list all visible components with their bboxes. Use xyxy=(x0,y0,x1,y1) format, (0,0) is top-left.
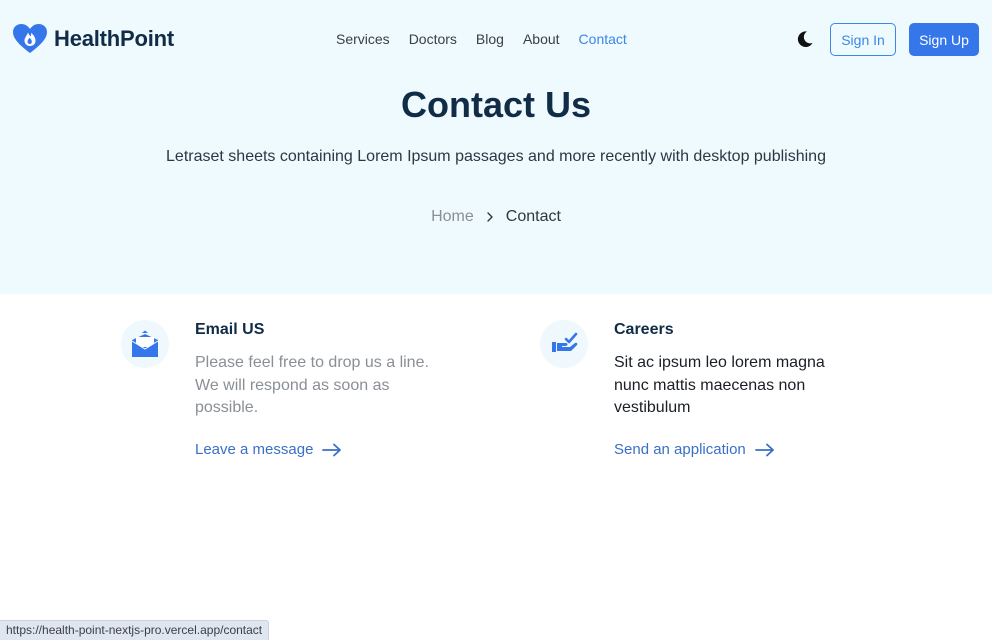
hand-check-icon xyxy=(552,332,578,352)
careers-card-icon-wrap xyxy=(540,320,588,368)
email-card-text: Please feel free to drop us a line. We w… xyxy=(195,354,429,416)
brand-logo[interactable]: HealthPoint xyxy=(12,23,174,55)
sign-up-button[interactable]: Sign Up xyxy=(909,23,979,56)
heart-logo-icon xyxy=(13,24,47,53)
careers-card-text: Sit ac ipsum leo lorem magna nunc mattis… xyxy=(614,354,825,416)
breadcrumb: Home Contact xyxy=(0,208,992,226)
moon-icon xyxy=(797,31,813,47)
nav-blog[interactable]: Blog xyxy=(476,31,504,47)
brand-name: HealthPoint xyxy=(54,26,175,51)
sign-in-button[interactable]: Sign In xyxy=(830,23,896,56)
envelope-icon xyxy=(131,330,159,357)
browser-status-bar: https://health-point-nextjs-pro.vercel.a… xyxy=(0,620,270,640)
page-subtitle: Letraset sheets containing Lorem Ipsum p… xyxy=(166,148,826,165)
nav-contact[interactable]: Contact xyxy=(579,31,627,47)
page-title: Contact Us xyxy=(400,84,592,125)
arrow-right-icon xyxy=(754,443,774,456)
leave-message-link[interactable]: Leave a message xyxy=(195,441,342,458)
email-card-title: Email US xyxy=(195,321,265,338)
theme-toggle-button[interactable] xyxy=(796,30,814,48)
chevron-right-icon xyxy=(487,212,493,222)
arrow-right-icon xyxy=(322,443,342,456)
leave-message-label: Leave a message xyxy=(195,441,314,458)
email-card-icon-wrap xyxy=(121,320,169,368)
nav-services[interactable]: Services xyxy=(336,31,390,47)
breadcrumb-home-link[interactable]: Home xyxy=(431,208,474,226)
send-application-label: Send an application xyxy=(614,441,746,458)
send-application-link[interactable]: Send an application xyxy=(614,441,775,458)
careers-card-title: Careers xyxy=(614,321,674,338)
main-nav: Services Doctors Blog About Contact xyxy=(336,31,627,47)
breadcrumb-current: Contact xyxy=(505,208,561,225)
nav-doctors[interactable]: Doctors xyxy=(409,31,457,47)
nav-about[interactable]: About xyxy=(523,31,560,47)
